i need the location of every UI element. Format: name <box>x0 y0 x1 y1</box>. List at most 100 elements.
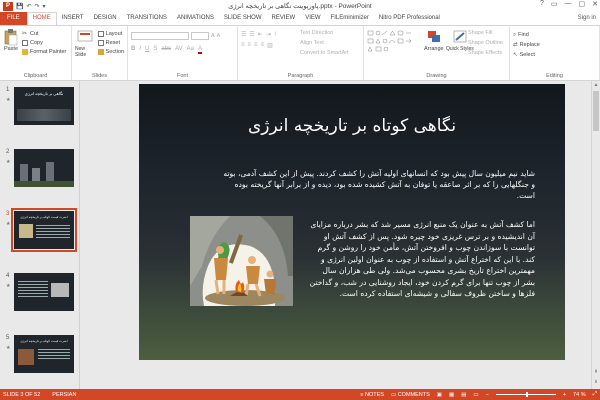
shape-outline-label: Shape Outline <box>468 40 503 46</box>
tab-file[interactable]: FILE <box>0 12 27 25</box>
slide-thumbnails-panel[interactable]: 1 ★ نگاهی بر تاریخچه انرژی 2 ★ 3 ★ اضرت … <box>0 81 80 389</box>
align-right-icon[interactable]: ≡ <box>254 42 258 49</box>
zoom-in-icon[interactable]: + <box>563 392 566 398</box>
reading-view-icon[interactable]: ▤ <box>461 392 466 398</box>
align-left-icon[interactable]: ≡ <box>241 42 245 49</box>
sign-in-link[interactable]: Sign in <box>578 12 596 25</box>
tab-transitions[interactable]: TRANSITIONS <box>122 12 172 25</box>
close-button[interactable]: ✕ <box>592 0 598 8</box>
zoom-slider[interactable] <box>495 392 556 397</box>
shape-outline-button[interactable]: Shape Outline <box>468 39 503 47</box>
tab-review[interactable]: REVIEW <box>267 12 301 25</box>
copy-button[interactable]: Copy <box>22 39 66 47</box>
cut-button[interactable]: ✂ Cut <box>22 30 66 38</box>
tab-design[interactable]: DESIGN <box>89 12 122 25</box>
font-color-icon[interactable]: A <box>197 46 202 54</box>
tab-nitro-pdf[interactable]: Nitro PDF Professional <box>374 12 445 25</box>
slide-title[interactable]: نگاهی کوتاه بر تاریخچه انرژی <box>139 116 565 136</box>
thumbnail-image[interactable] <box>14 149 74 187</box>
justify-icon[interactable]: ≡ <box>261 42 265 49</box>
notes-button[interactable]: ≡ NOTES <box>360 392 384 398</box>
font-group: A A B I U S abc AV Aa A Font <box>128 26 238 80</box>
shape-effects-button[interactable]: Shape Effects <box>468 49 503 57</box>
thumbnail-image[interactable]: نگاهی بر تاریخچه انرژی <box>14 87 74 125</box>
thumbnail-image[interactable] <box>14 273 74 311</box>
window-controls: ? ▭ — ▢ ✕ <box>540 0 598 8</box>
numbering-icon[interactable]: ☰ <box>249 31 254 38</box>
font-size-box[interactable] <box>191 32 209 40</box>
strikethrough-icon[interactable]: abc <box>161 46 171 54</box>
font-name-box[interactable] <box>131 32 189 40</box>
decrease-indent-icon[interactable]: ⇤ <box>258 31 263 38</box>
language-indicator[interactable]: PERSIAN <box>52 392 76 398</box>
italic-icon[interactable]: I <box>139 46 141 54</box>
spacing-icon[interactable]: AV <box>175 46 183 54</box>
shrink-font-icon[interactable]: A <box>217 32 221 40</box>
layout-label: Layout <box>105 31 123 37</box>
bold-icon[interactable]: B <box>131 46 135 54</box>
replace-button[interactable]: ⇄ Replace <box>513 41 596 49</box>
find-button[interactable]: ⌕ Find <box>513 31 596 39</box>
tab-slide-show[interactable]: SLIDE SHOW <box>219 12 267 25</box>
ribbon-display-icon[interactable]: ▭ <box>551 0 558 8</box>
arrange-button[interactable]: Arrange <box>424 28 444 52</box>
next-slide-icon[interactable]: ⇟ <box>592 379 600 385</box>
slide-sorter-icon[interactable]: ▦ <box>449 392 454 398</box>
tab-home[interactable]: HOME <box>26 12 57 25</box>
comments-icon: ▭ <box>390 391 398 398</box>
transition-star-icon: ★ <box>6 345 11 351</box>
shapes-gallery[interactable] <box>367 30 425 58</box>
layout-button[interactable]: Layout <box>97 30 124 38</box>
tab-fileminimizer[interactable]: FILEminimizer <box>326 12 374 25</box>
paste-label: Paste <box>3 46 19 52</box>
text-direction-button[interactable]: Text Direction <box>300 29 349 37</box>
section-icon <box>97 49 104 55</box>
help-icon[interactable]: ? <box>540 0 544 8</box>
change-case-icon[interactable]: Aa <box>187 46 194 54</box>
align-center-icon[interactable]: ≡ <box>248 42 252 49</box>
select-button[interactable]: ↖ Select <box>513 51 596 59</box>
reset-label: Reset <box>105 40 121 46</box>
scrollbar-thumb[interactable] <box>593 91 599 131</box>
thumbnail-image[interactable]: اضرت قیمت کوتاه بر تاریخچه انرژی <box>14 335 74 373</box>
comments-button[interactable]: ▭ COMMENTS <box>391 392 430 398</box>
maximize-button[interactable]: ▢ <box>579 0 586 8</box>
slideshow-view-icon[interactable]: ▭ <box>473 392 478 398</box>
previous-slide-icon[interactable]: ⇞ <box>592 369 600 375</box>
current-slide[interactable]: نگاهی کوتاه بر تاریخچه انرژی شاید نیم می… <box>139 84 565 360</box>
normal-view-icon[interactable]: ▣ <box>437 392 442 398</box>
underline-icon[interactable]: U <box>145 46 149 54</box>
scroll-up-icon[interactable]: ▲ <box>592 82 600 88</box>
thumbnail-image[interactable]: اضرت قیمت کوتاه بر تاریخچه انرژی <box>11 208 77 252</box>
zoom-out-icon[interactable]: − <box>486 392 489 398</box>
reset-button[interactable]: Reset <box>97 39 124 47</box>
shape-fill-button[interactable]: Shape Fill <box>468 29 503 37</box>
clipboard-group: Paste ✂ Cut Copy Format Painter Clipboard <box>0 26 72 80</box>
slide-body-text[interactable]: اما کشف آتش به عنوان یک منبع انرژی مسیر … <box>307 219 535 300</box>
fit-slide-icon[interactable]: ⤢ <box>593 391 597 398</box>
section-button[interactable]: Section <box>97 48 124 56</box>
slide-intro-text[interactable]: شاید نیم میلیون سال پیش بود که انسانهای … <box>219 168 535 201</box>
section-label: Section <box>105 49 124 55</box>
tab-insert[interactable]: INSERT <box>57 12 89 25</box>
align-text-button[interactable]: Align Text <box>300 39 349 47</box>
format-painter-button[interactable]: Format Painter <box>22 48 66 56</box>
copy-icon <box>22 40 28 46</box>
columns-icon[interactable]: ▥ <box>267 42 273 49</box>
convert-smartart-button[interactable]: Convert to SmartArt <box>300 49 349 57</box>
grow-font-icon[interactable]: A <box>211 32 215 40</box>
increase-indent-icon[interactable]: ⇥ <box>266 31 271 38</box>
thumbnail-number: 5 <box>6 335 10 341</box>
tab-animations[interactable]: ANIMATIONS <box>172 12 219 25</box>
tab-view[interactable]: VIEW <box>300 12 325 25</box>
cave-people-fire-illustration[interactable] <box>190 216 293 306</box>
vertical-scrollbar[interactable]: ▲ ⇞ ⇟ <box>591 81 600 389</box>
minimize-button[interactable]: — <box>565 0 572 8</box>
zoom-level[interactable]: 74 % <box>573 392 586 398</box>
zoom-slider-knob[interactable] <box>525 392 528 397</box>
line-spacing-icon[interactable]: ↕ <box>274 31 277 38</box>
bullets-icon[interactable]: ☰ <box>241 31 246 38</box>
find-label: Find <box>518 32 529 38</box>
slide-counter: SLIDE 3 OF 52 <box>3 391 41 398</box>
shadow-icon[interactable]: S <box>153 46 157 54</box>
